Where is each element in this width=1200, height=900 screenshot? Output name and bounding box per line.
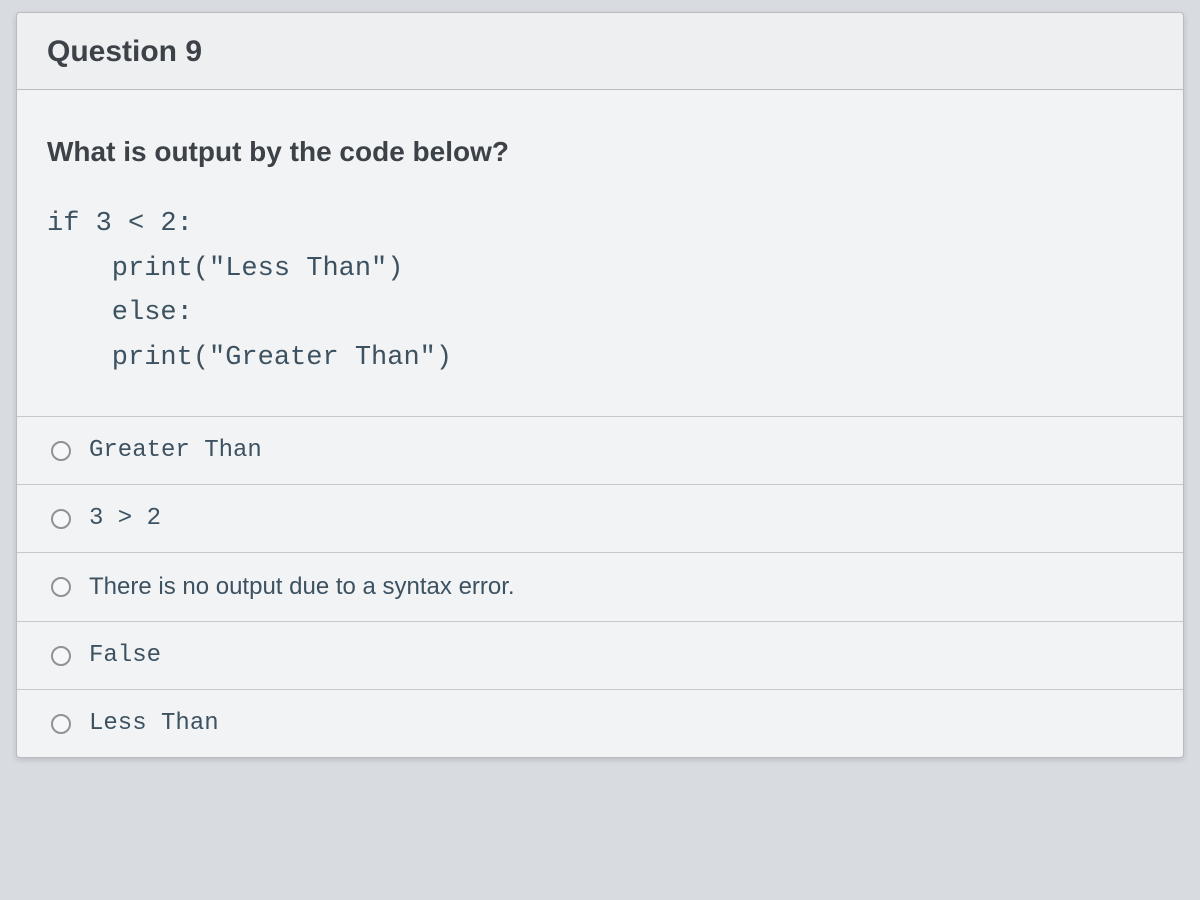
question-header: Question 9 — [17, 13, 1183, 90]
answer-label: There is no output due to a syntax error… — [89, 573, 515, 601]
radio-icon — [51, 646, 71, 666]
answer-option[interactable]: False — [17, 622, 1183, 690]
answer-label: Less Than — [89, 710, 219, 737]
answer-option[interactable]: Less Than — [17, 690, 1183, 757]
answer-label: False — [89, 642, 161, 669]
code-block: if 3 < 2: print("Less Than") else: print… — [47, 202, 1153, 380]
question-card: Question 9 What is output by the code be… — [16, 12, 1184, 758]
answer-option[interactable]: There is no output due to a syntax error… — [17, 553, 1183, 622]
question-prompt: What is output by the code below? — [47, 136, 1153, 168]
answer-option[interactable]: 3 > 2 — [17, 485, 1183, 553]
radio-icon — [51, 441, 71, 461]
answer-label: Greater Than — [89, 437, 262, 464]
answer-label: 3 > 2 — [89, 505, 161, 532]
radio-icon — [51, 577, 71, 597]
radio-icon — [51, 714, 71, 734]
question-body: What is output by the code below? if 3 <… — [17, 90, 1183, 416]
answer-option[interactable]: Greater Than — [17, 417, 1183, 485]
question-title: Question 9 — [47, 35, 1153, 69]
answer-list: Greater Than 3 > 2 There is no output du… — [17, 416, 1183, 757]
radio-icon — [51, 509, 71, 529]
